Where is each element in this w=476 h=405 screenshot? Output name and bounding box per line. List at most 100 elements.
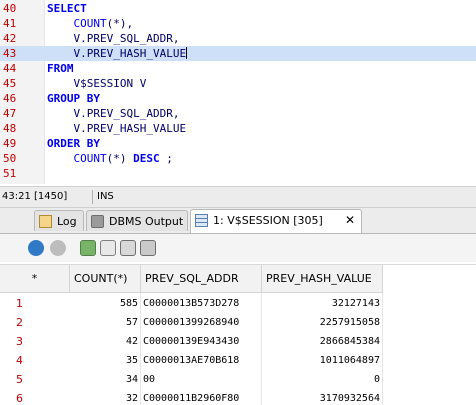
sql-editor[interactable]: 40 SELECT 41 COUNT(*), 42 V.PREV_SQL_ADDR, 4… <box>0 0 476 184</box>
code-line[interactable]: 40 SELECT <box>0 1 476 16</box>
code-token: GROUP BY <box>47 92 100 105</box>
line-number: 41 <box>3 17 17 30</box>
tab-log[interactable]: Log <box>34 210 84 231</box>
cell-prev-hash-value[interactable]: 3170932564 <box>262 389 382 405</box>
code-token: (*), <box>106 17 134 30</box>
code-line[interactable]: 43 V.PREV_HASH_VALUE <box>0 46 476 61</box>
code-line[interactable]: 48 V.PREV_HASH_VALUE <box>0 121 476 136</box>
status-bar: 43:21 [1450] INS <box>0 186 476 208</box>
result-grid[interactable]: * COUNT(*) PREV_SQL_ADDR PREV_HASH_VALUE… <box>0 264 476 405</box>
cell-prev-sql-addr[interactable]: C0000013B573D278 <box>141 294 261 313</box>
code-text: COUNT(*) DESC ; <box>47 151 173 166</box>
code-line[interactable]: 51 <box>0 166 476 181</box>
row-number: 4 <box>16 354 23 367</box>
code-line[interactable]: 49 ORDER BY <box>0 136 476 151</box>
code-token: DESC <box>133 152 160 165</box>
code-text: SELECT <box>47 1 87 16</box>
line-number: 45 <box>3 77 17 90</box>
code-text: V.PREV_HASH_VALUE <box>47 121 186 136</box>
code-token: COUNT <box>73 17 107 30</box>
column-header-prev-hash-value[interactable]: PREV_HASH_VALUE <box>262 265 383 293</box>
cell-prev-hash-value[interactable]: 2257915058 <box>262 313 382 332</box>
close-tab-icon[interactable]: ✕ <box>345 210 355 231</box>
code-token: ; <box>159 152 173 165</box>
row-number: 6 <box>16 392 23 405</box>
cell-count[interactable]: 32 <box>70 389 140 405</box>
cell-count[interactable]: 585 <box>70 294 140 313</box>
table-row[interactable]: 1 585 C0000013B573D278 32127143 <box>0 294 476 313</box>
code-line[interactable]: 41 COUNT(*), <box>0 16 476 31</box>
line-number: 42 <box>3 32 17 45</box>
export-icon[interactable] <box>80 240 96 256</box>
tab-v-session[interactable]: 1: V$SESSION [305] ✕ <box>190 209 362 233</box>
stop-icon[interactable] <box>50 240 66 256</box>
cell-prev-sql-addr[interactable]: 00 <box>141 370 261 389</box>
code-line[interactable]: 50 COUNT(*) DESC ; <box>0 151 476 166</box>
code-text: FROM <box>47 61 74 76</box>
insert-mode: INS <box>97 191 114 202</box>
cell-prev-sql-addr[interactable]: C0000013AE70B618 <box>141 351 261 370</box>
status-divider <box>92 190 93 204</box>
table-row[interactable]: 2 57 C000001399268940 2257915058 <box>0 313 476 332</box>
code-text: GROUP BY <box>47 91 100 106</box>
cell-prev-hash-value[interactable]: 0 <box>262 370 382 389</box>
code-line[interactable]: 46 GROUP BY <box>0 91 476 106</box>
dbms-output-icon <box>91 215 104 228</box>
line-number: 44 <box>3 62 17 75</box>
filter-icon[interactable] <box>140 240 156 256</box>
print-icon[interactable] <box>120 240 136 256</box>
cell-prev-sql-addr[interactable]: C00000139E943430 <box>141 332 261 351</box>
line-number: 49 <box>3 137 17 150</box>
cell-count[interactable]: 34 <box>70 370 140 389</box>
cell-prev-hash-value[interactable]: 32127143 <box>262 294 382 313</box>
code-text: V$SESSION V <box>47 76 146 91</box>
line-number: 48 <box>3 122 17 135</box>
copy-icon[interactable] <box>100 240 116 256</box>
code-line[interactable]: 47 V.PREV_SQL_ADDR, <box>0 106 476 121</box>
code-token: V.PREV_HASH_VALUE <box>47 122 187 135</box>
row-number: 5 <box>16 373 23 386</box>
result-toolbar <box>0 234 476 262</box>
code-token: V.PREV_HASH_VALUE <box>47 47 187 60</box>
code-token: V$SESSION V <box>47 77 147 90</box>
table-row[interactable]: 6 32 C0000011B2960F80 3170932564 <box>0 389 476 405</box>
refresh-icon[interactable] <box>28 240 44 256</box>
code-text: COUNT(*), <box>47 16 134 31</box>
cell-prev-sql-addr[interactable]: C0000011B2960F80 <box>141 389 261 405</box>
line-number: 43 <box>3 47 17 60</box>
column-header-count[interactable]: COUNT(*) <box>70 265 141 293</box>
table-row[interactable]: 3 42 C00000139E943430 2866845384 <box>0 332 476 351</box>
code-token: (*) <box>106 152 134 165</box>
line-number: 46 <box>3 92 17 105</box>
code-line[interactable]: 42 V.PREV_SQL_ADDR, <box>0 31 476 46</box>
cursor-position: 43:21 [1450] <box>2 191 68 202</box>
cell-count[interactable]: 42 <box>70 332 140 351</box>
cell-prev-hash-value[interactable]: 2866845384 <box>262 332 382 351</box>
code-token: V.PREV_SQL_ADDR, <box>47 107 180 120</box>
code-text: V.PREV_SQL_ADDR, <box>47 106 179 121</box>
line-number: 40 <box>3 2 17 15</box>
code-text: V.PREV_SQL_ADDR, <box>47 31 179 46</box>
row-number: 2 <box>16 316 23 329</box>
tab-dbms-output[interactable]: DBMS Output <box>86 210 188 231</box>
table-row[interactable]: 4 35 C0000013AE70B618 1011064897 <box>0 351 476 370</box>
line-number: 51 <box>3 167 17 180</box>
code-token: SELECT <box>47 2 87 15</box>
line-number: 47 <box>3 107 17 120</box>
cell-count[interactable]: 35 <box>70 351 140 370</box>
code-token: FROM <box>47 62 74 75</box>
tab-dbms-output-label: DBMS Output <box>109 215 184 228</box>
code-text: ORDER BY <box>47 136 100 151</box>
column-header-prev-sql-addr[interactable]: PREV_SQL_ADDR <box>141 265 262 293</box>
tab-v-session-label: 1: V$SESSION [305] <box>213 214 323 227</box>
table-row[interactable]: 5 34 00 0 <box>0 370 476 389</box>
line-number: 50 <box>3 152 17 165</box>
cell-count[interactable]: 57 <box>70 313 140 332</box>
text-caret <box>186 47 188 59</box>
cell-prev-sql-addr[interactable]: C000001399268940 <box>141 313 261 332</box>
code-line[interactable]: 45 V$SESSION V <box>0 76 476 91</box>
log-icon <box>39 215 52 228</box>
code-line[interactable]: 44 FROM <box>0 61 476 76</box>
code-text: V.PREV_HASH_VALUE <box>47 46 188 61</box>
cell-prev-hash-value[interactable]: 1011064897 <box>262 351 382 370</box>
